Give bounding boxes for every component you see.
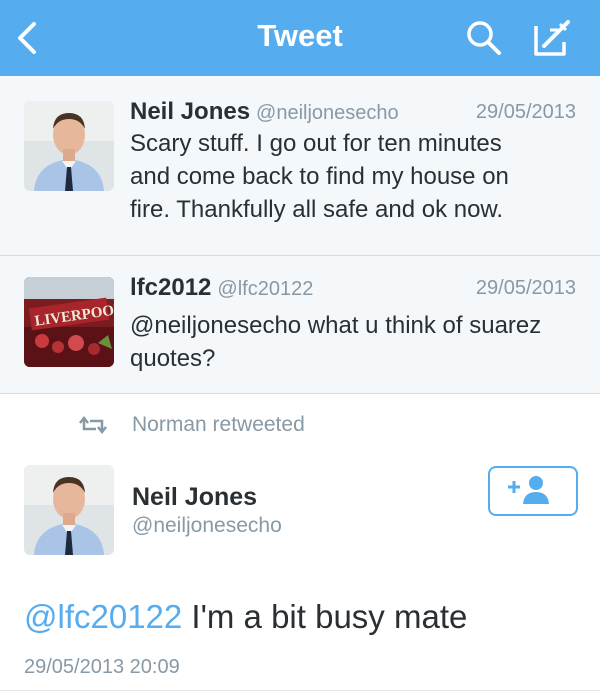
avatar[interactable]	[24, 101, 114, 191]
page-title: Tweet	[257, 18, 343, 53]
search-icon	[467, 21, 501, 55]
avatar[interactable]	[24, 465, 114, 555]
follow-user-icon	[508, 476, 549, 504]
follow-button[interactable]	[488, 466, 578, 516]
tweet-text-line: @neiljonesecho what u think of suarez	[130, 312, 542, 339]
tweet-text: Scary stuff. I go out for ten minutes an…	[130, 127, 576, 226]
retweet-icon	[79, 415, 107, 435]
tweet-text: @neiljonesecho what u think of suarez qu…	[130, 309, 576, 375]
mention-link[interactable]: @lfc20122	[24, 598, 182, 635]
retweet-label[interactable]: Norman retweeted	[132, 413, 305, 437]
tweet-text-line: and come back to find my house on	[130, 163, 509, 190]
user-name[interactable]: lfc2012	[130, 274, 211, 301]
compose-button[interactable]	[530, 16, 576, 60]
tweet-header: Neil Jones @neiljonesecho 29/05/2013	[130, 98, 576, 130]
avatar[interactable]: LIVERPOOL	[24, 277, 114, 367]
tweet-text-line: Scary stuff. I go out for ten minutes	[130, 130, 502, 157]
user-name[interactable]: Neil Jones	[130, 98, 250, 125]
user-handle[interactable]: @neiljonesecho	[256, 102, 399, 124]
retweet-indicator: Norman retweeted	[0, 395, 600, 455]
tweet-text-line: fire. Thankfully all safe and ok now.	[130, 196, 504, 223]
tweet-text-line: quotes?	[130, 345, 216, 372]
conversation-tweet[interactable]: Neil Jones @neiljonesecho 29/05/2013 Scar…	[0, 76, 600, 256]
user-handle[interactable]: @neiljonesecho	[132, 514, 282, 538]
search-button[interactable]	[464, 18, 504, 58]
tweet-text: @lfc20122 I'm a bit busy mate	[24, 598, 467, 636]
tweet-header: lfc2012 @lfc20122 29/05/2013	[130, 274, 576, 306]
user-handle[interactable]: @lfc20122	[217, 278, 313, 300]
tweet-date: 29/05/2013	[475, 277, 576, 299]
conversation-tweet[interactable]: LIVERPOOL lfc2012 @lfc20122 29/05/2013 @n…	[0, 256, 600, 394]
top-navigation-bar: Tweet	[0, 0, 600, 76]
tweet-date: 29/05/2013	[475, 101, 576, 123]
compose-icon	[534, 20, 570, 56]
user-name[interactable]: Neil Jones	[132, 483, 257, 512]
divider	[0, 690, 600, 691]
tweet-body: I'm a bit busy mate	[182, 598, 468, 635]
tweet-timestamp: 29/05/2013 20:09	[24, 656, 180, 678]
